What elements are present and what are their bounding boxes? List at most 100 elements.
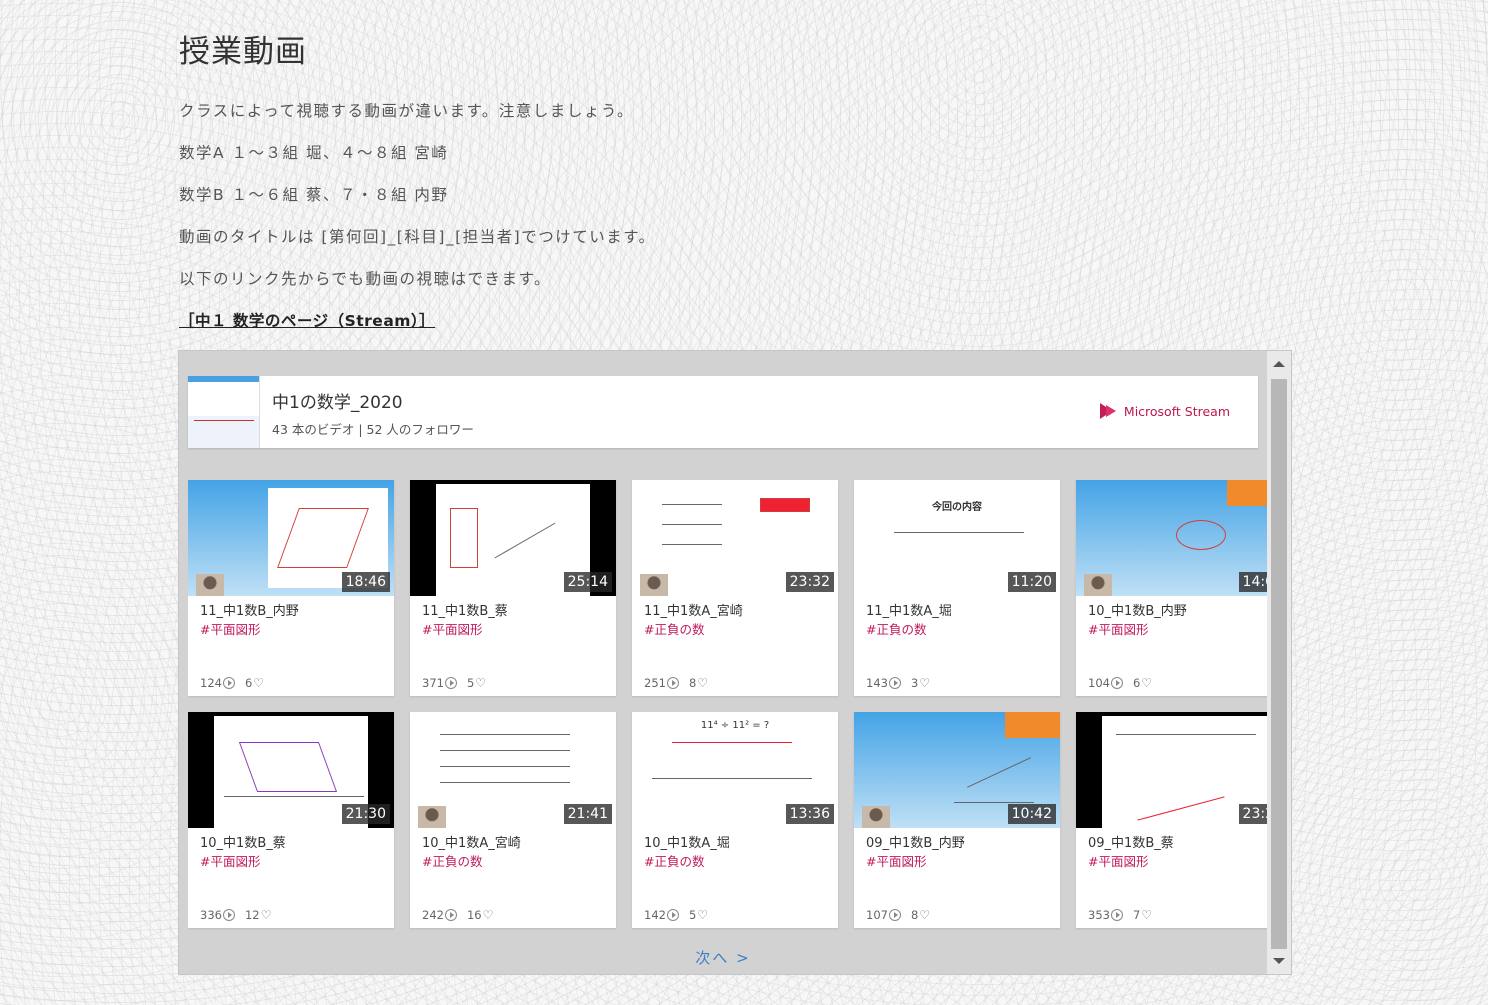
video-tag[interactable]: #正負の数 <box>422 851 482 870</box>
video-stats: 336 12 ♡ <box>200 908 271 922</box>
microsoft-stream-logo[interactable]: Microsoft Stream <box>1099 403 1230 419</box>
video-card[interactable]: 21:30 10_中1数B_蔡 #平面図形 336 12 ♡ <box>188 712 394 928</box>
stream-page-link[interactable]: ［中１ 数学のページ（Stream）］ <box>179 309 435 331</box>
like-count: 6 <box>1132 676 1141 690</box>
video-title[interactable]: 10_中1数A_堀 <box>644 832 730 851</box>
heart-icon: ♡ <box>1141 676 1153 690</box>
video-thumbnail: 今回の内容 11:20 <box>854 480 1060 596</box>
video-title[interactable]: 10_中1数A_宮崎 <box>422 832 521 851</box>
video-duration: 21:30 <box>341 804 390 824</box>
video-title[interactable]: 11_中1数A_堀 <box>866 600 952 619</box>
video-title[interactable]: 10_中1数B_蔡 <box>200 832 286 851</box>
video-stats: 143 3 ♡ <box>866 676 930 690</box>
channel-header[interactable]: 中1の数学_2020 43 本のビデオ | 52 人のフォロワー Microso… <box>188 376 1258 448</box>
video-stats: 371 5 ♡ <box>422 676 486 690</box>
view-count: 143 <box>866 676 888 690</box>
video-tag[interactable]: #平面図形 <box>200 851 260 870</box>
slide-formula: 11⁴ ÷ 11² = ? <box>700 720 770 731</box>
video-duration: 25:14 <box>563 572 612 592</box>
play-circle-icon <box>888 677 901 689</box>
play-circle-icon <box>444 909 457 921</box>
video-tag[interactable]: #平面図形 <box>1088 851 1148 870</box>
channel-title: 中1の数学_2020 <box>272 393 403 413</box>
heart-icon: ♡ <box>697 908 709 922</box>
like-count: 5 <box>466 676 475 690</box>
view-count: 371 <box>422 676 444 690</box>
play-circle-icon <box>222 909 235 921</box>
video-thumbnail: 23:2 <box>1076 712 1268 828</box>
heart-icon: ♡ <box>919 908 931 922</box>
intro-text: クラスによって視聴する動画が違います。注意しましょう。 <box>179 102 634 120</box>
video-card[interactable]: 18:46 11_中1数B_内野 #平面図形 124 6 ♡ <box>188 480 394 696</box>
embed-scrollbar[interactable] <box>1267 351 1291 974</box>
video-duration: 18:46 <box>341 572 390 592</box>
scrollbar-thumb[interactable] <box>1271 379 1287 949</box>
heart-icon: ♡ <box>919 676 931 690</box>
view-count: 142 <box>644 908 666 922</box>
video-duration: 21:41 <box>563 804 612 824</box>
video-thumbnail: 18:46 <box>188 480 394 596</box>
video-tag[interactable]: #正負の数 <box>644 851 704 870</box>
play-circle-icon <box>1110 677 1123 689</box>
video-duration: 11:20 <box>1007 572 1056 592</box>
video-card[interactable]: 21:41 10_中1数A_宮崎 #正負の数 242 16 ♡ <box>410 712 616 928</box>
next-page-link[interactable]: 次へ > <box>179 947 1267 968</box>
video-thumbnail: 21:41 <box>410 712 616 828</box>
heart-icon: ♡ <box>1141 908 1153 922</box>
video-title[interactable]: 09_中1数B_内野 <box>866 832 965 851</box>
video-thumbnail: 25:14 <box>410 480 616 596</box>
class-info-b: 数学B １～６組 蔡、７・８組 内野 <box>179 186 449 204</box>
video-stats: 242 16 ♡ <box>422 908 493 922</box>
view-count: 251 <box>644 676 666 690</box>
channel-thumbnail <box>188 376 260 448</box>
scroll-down-arrow-icon[interactable] <box>1273 958 1285 964</box>
naming-rule-text: 動画のタイトルは [第何回]_[科目]_[担当者]でつけています。 <box>179 228 656 246</box>
video-tag[interactable]: #平面図形 <box>866 851 926 870</box>
video-tag[interactable]: #平面図形 <box>422 619 482 638</box>
heart-icon: ♡ <box>260 908 272 922</box>
class-info-a: 数学A １～３組 堀、４～８組 宮崎 <box>179 144 449 162</box>
video-card[interactable]: 25:14 11_中1数B_蔡 #平面図形 371 5 ♡ <box>410 480 616 696</box>
heart-icon: ♡ <box>697 676 709 690</box>
play-circle-icon <box>666 909 679 921</box>
video-card[interactable]: 10:42 09_中1数B_内野 #平面図形 107 8 ♡ <box>854 712 1060 928</box>
video-title[interactable]: 10_中1数B_内野 <box>1088 600 1187 619</box>
like-count: 12 <box>244 908 260 922</box>
play-circle-icon <box>888 909 901 921</box>
video-tag[interactable]: #平面図形 <box>200 619 260 638</box>
slide-heading: 今回の内容 <box>932 502 982 513</box>
video-duration: 14:0 <box>1238 572 1268 592</box>
microsoft-stream-icon <box>1099 403 1118 419</box>
view-count: 107 <box>866 908 888 922</box>
video-card[interactable]: 23:32 11_中1数A_宮崎 #正負の数 251 8 ♡ <box>632 480 838 696</box>
play-circle-icon <box>444 677 457 689</box>
channel-meta: 43 本のビデオ | 52 人のフォロワー <box>272 422 474 437</box>
video-tag[interactable]: #正負の数 <box>644 619 704 638</box>
view-count: 104 <box>1088 676 1110 690</box>
video-card[interactable]: 23:2 09_中1数B_蔡 #平面図形 353 7♡ <box>1076 712 1268 928</box>
video-title[interactable]: 11_中1数A_宮崎 <box>644 600 743 619</box>
scroll-up-arrow-icon[interactable] <box>1273 361 1285 367</box>
like-count: 16 <box>466 908 482 922</box>
video-duration: 23:2 <box>1238 804 1268 824</box>
play-circle-icon <box>1110 909 1123 921</box>
video-title[interactable]: 09_中1数B_蔡 <box>1088 832 1174 851</box>
video-card[interactable]: 今回の内容 11:20 11_中1数A_堀 #正負の数 143 3 ♡ <box>854 480 1060 696</box>
video-thumbnail: 14:0 <box>1076 480 1268 596</box>
video-title[interactable]: 11_中1数B_蔡 <box>422 600 508 619</box>
brand-label: Microsoft Stream <box>1123 403 1230 419</box>
heart-icon: ♡ <box>475 676 487 690</box>
video-thumbnail: 23:32 <box>632 480 838 596</box>
video-title[interactable]: 11_中1数B_内野 <box>200 600 299 619</box>
video-tag[interactable]: #平面図形 <box>1088 619 1148 638</box>
video-stats: 142 5 ♡ <box>644 908 708 922</box>
video-card[interactable]: 14:0 10_中1数B_内野 #平面図形 104 6♡ <box>1076 480 1268 696</box>
like-count: 8 <box>688 676 697 690</box>
video-tag[interactable]: #正負の数 <box>866 619 926 638</box>
video-stats: 251 8 ♡ <box>644 676 708 690</box>
like-count: 3 <box>910 676 919 690</box>
video-card[interactable]: 11⁴ ÷ 11² = ? 13:36 10_中1数A_堀 #正負の数 142 … <box>632 712 838 928</box>
video-grid: 18:46 11_中1数B_内野 #平面図形 124 6 ♡ 25:14 11_中… <box>188 480 1268 935</box>
video-duration: 23:32 <box>785 572 834 592</box>
heart-icon: ♡ <box>253 676 265 690</box>
